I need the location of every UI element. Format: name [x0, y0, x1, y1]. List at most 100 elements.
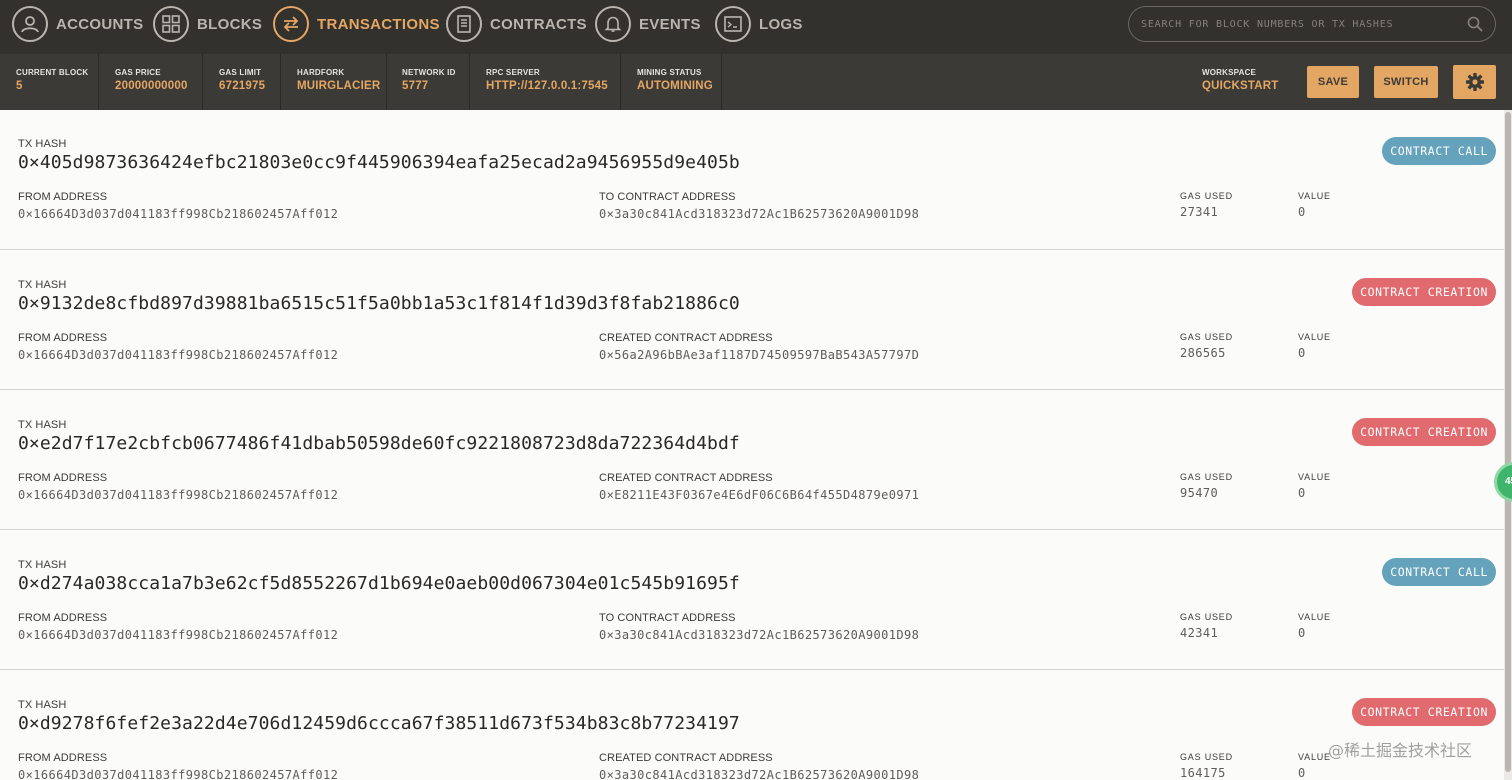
mining-status-label: MINING STATUS [637, 68, 702, 77]
stat-network-id: NETWORK ID 5777 [387, 54, 470, 110]
from-address: 0×16664D3d037d041183ff998Cb218602457Aff0… [18, 207, 339, 221]
stat-current-block: CURRENT BLOCK 5 [0, 54, 99, 110]
tx-type-badge: CONTRACT CREATION [1352, 698, 1496, 726]
transaction-row[interactable]: TX HASH 0×e2d7f17e2cbfcb0677486f41dbab50… [0, 390, 1504, 530]
nav-accounts[interactable]: ACCOUNTS [12, 5, 143, 43]
terminal-icon [715, 6, 751, 42]
tx-hash-label: TX HASH [18, 279, 67, 291]
from-address: 0×16664D3d037d041183ff998Cb218602457Aff0… [18, 768, 339, 780]
search-input[interactable] [1141, 18, 1467, 30]
tx-type-badge: CONTRACT CREATION [1352, 278, 1496, 306]
gas-used-value: 164175 [1180, 766, 1226, 780]
nav-transactions-label: TRANSACTIONS [317, 15, 440, 33]
save-button[interactable]: SAVE [1307, 66, 1359, 98]
stat-rpc-server: RPC SERVER HTTP://127.0.0.1:7545 [470, 54, 621, 110]
stat-mining-status: MINING STATUS AUTOMINING [621, 54, 722, 110]
tx-hash: 0×d9278f6fef2e3a22d4e706d12459d6ccca67f3… [18, 713, 740, 734]
nav-events[interactable]: EVENTS [595, 5, 701, 43]
workspace-label: WORKSPACE [1202, 68, 1257, 77]
nav-contracts-label: CONTRACTS [490, 15, 587, 33]
tx-hash: 0×d274a038cca1a7b3e62cf5d8552267d1b694e0… [18, 573, 740, 594]
to-address-label: CREATED CONTRACT ADDRESS [599, 752, 773, 764]
gas-used-label: GAS USED [1180, 191, 1233, 201]
gas-used-value: 42341 [1180, 626, 1219, 640]
to-address: 0×56a2A96bBAe3af1187D74509597BaB543A5779… [599, 348, 920, 362]
switch-button[interactable]: SWITCH [1374, 66, 1438, 98]
top-navigation: ACCOUNTS BLOCKS TRANSACTIONS CONTRACTS E… [0, 0, 1512, 54]
from-address: 0×16664D3d037d041183ff998Cb218602457Aff0… [18, 348, 339, 362]
to-address-label: TO CONTRACT ADDRESS [599, 612, 736, 624]
value-amount: 0 [1298, 766, 1306, 780]
gear-icon [1465, 73, 1484, 91]
bell-icon [595, 6, 631, 42]
search-bar [1128, 6, 1496, 42]
gas-used-label: GAS USED [1180, 752, 1233, 762]
from-address-label: FROM ADDRESS [18, 472, 108, 484]
value-label: VALUE [1298, 191, 1331, 201]
value-label: VALUE [1298, 612, 1331, 622]
tx-type-badge: CONTRACT CALL [1382, 137, 1496, 165]
tx-hash-label: TX HASH [18, 699, 67, 711]
from-address-label: FROM ADDRESS [18, 752, 108, 764]
to-address-label: CREATED CONTRACT ADDRESS [599, 472, 773, 484]
blocks-icon [153, 6, 189, 42]
nav-logs[interactable]: LOGS [715, 5, 803, 43]
gas-price-value: 20000000000 [115, 80, 188, 92]
tx-type-badge: CONTRACT CALL [1382, 558, 1496, 586]
status-bar: CURRENT BLOCK 5 GAS PRICE 20000000000 GA… [0, 54, 1512, 110]
rpc-server-value: HTTP://127.0.0.1:7545 [486, 80, 608, 92]
to-address: 0×E8211E43F0367e4E6dF06C6B64f455D4879e09… [599, 488, 920, 502]
search-icon[interactable] [1467, 16, 1483, 32]
tx-hash: 0×405d9873636424efbc21803e0cc9f445906394… [18, 152, 740, 173]
nav-contracts[interactable]: CONTRACTS [446, 5, 587, 43]
transaction-row[interactable]: TX HASH 0×9132de8cfbd897d39881ba6515c51f… [0, 250, 1504, 390]
stat-hardfork: HARDFORK MUIRGLACIER [281, 54, 387, 110]
value-amount: 0 [1298, 205, 1306, 219]
tx-hash-label: TX HASH [18, 138, 67, 150]
tx-hash-label: TX HASH [18, 559, 67, 571]
rpc-server-label: RPC SERVER [486, 68, 540, 77]
to-address-label: TO CONTRACT ADDRESS [599, 191, 736, 203]
nav-transactions[interactable]: TRANSACTIONS [273, 5, 440, 43]
gas-used-value: 286565 [1180, 346, 1226, 360]
value-label: VALUE [1298, 332, 1331, 342]
gas-limit-value: 6721975 [219, 80, 266, 92]
value-amount: 0 [1298, 626, 1306, 640]
gas-price-label: GAS PRICE [115, 68, 161, 77]
gas-used-value: 27341 [1180, 205, 1219, 219]
tx-hash: 0×e2d7f17e2cbfcb0677486f41dbab50598de60f… [18, 433, 740, 454]
watermark: @稀土掘金技术社区 [1328, 741, 1473, 760]
transaction-row[interactable]: TX HASH 0×d274a038cca1a7b3e62cf5d8552267… [0, 530, 1504, 670]
nav-blocks-label: BLOCKS [197, 15, 263, 33]
gas-limit-label: GAS LIMIT [219, 68, 262, 77]
transaction-row[interactable]: TX HASH 0×d9278f6fef2e3a22d4e706d12459d6… [0, 670, 1504, 780]
to-address: 0×3a30c841Acd318323d72Ac1B62573620A9001D… [599, 628, 920, 642]
contracts-icon [446, 6, 482, 42]
current-block-label: CURRENT BLOCK [16, 68, 89, 77]
gas-used-label: GAS USED [1180, 612, 1233, 622]
vertical-scrollbar[interactable] [1504, 110, 1512, 780]
transactions-icon [273, 6, 309, 42]
value-label: VALUE [1298, 752, 1331, 762]
scrollbar-thumb[interactable] [1505, 112, 1511, 772]
settings-button[interactable] [1453, 65, 1496, 99]
tx-hash: 0×9132de8cfbd897d39881ba6515c51f5a0bb1a5… [18, 293, 740, 314]
nav-accounts-label: ACCOUNTS [56, 15, 144, 33]
network-id-label: NETWORK ID [402, 68, 456, 77]
tx-type-badge: CONTRACT CREATION [1352, 418, 1496, 446]
transaction-row[interactable]: TX HASH 0×405d9873636424efbc21803e0cc9f4… [0, 110, 1504, 250]
from-address: 0×16664D3d037d041183ff998Cb218602457Aff0… [18, 488, 339, 502]
value-label: VALUE [1298, 472, 1331, 482]
nav-logs-label: LOGS [759, 15, 803, 33]
tx-hash-label: TX HASH [18, 419, 67, 431]
nav-blocks[interactable]: BLOCKS [153, 5, 262, 43]
stat-gas-price: GAS PRICE 20000000000 [99, 54, 203, 110]
to-address: 0×3a30c841Acd318323d72Ac1B62573620A9001D… [599, 768, 920, 780]
network-id-value: 5777 [402, 80, 429, 92]
stat-gas-limit: GAS LIMIT 6721975 [203, 54, 281, 110]
to-address-label: CREATED CONTRACT ADDRESS [599, 332, 773, 344]
stat-workspace: WORKSPACE QUICKSTART [1202, 68, 1279, 92]
value-amount: 0 [1298, 346, 1306, 360]
from-address-label: FROM ADDRESS [18, 612, 108, 624]
from-address-label: FROM ADDRESS [18, 332, 108, 344]
